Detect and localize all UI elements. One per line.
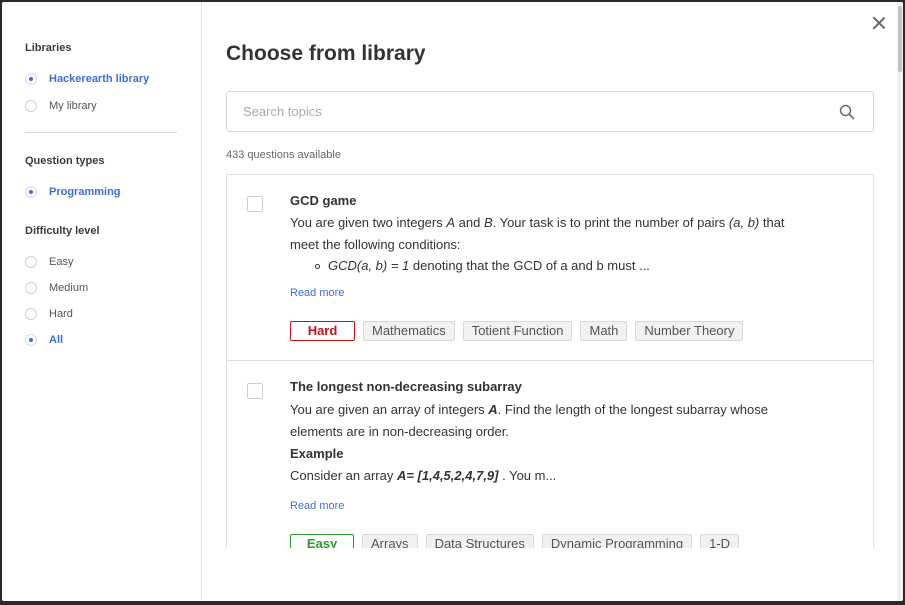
topic-tag[interactable]: Mathematics (363, 321, 455, 341)
radio-selected-icon (25, 73, 37, 85)
read-more-link[interactable]: Read more (290, 287, 344, 299)
question-card: GCD game You are given two integers A an… (226, 174, 874, 361)
question-title: The longest non-decreasing subarray (290, 379, 522, 394)
topic-tag[interactable]: Math (580, 321, 628, 341)
radio-easy[interactable]: Easy (25, 254, 73, 270)
radio-label: Programming (49, 186, 121, 198)
radio-selected-icon (25, 186, 37, 198)
libraries-heading: Libraries (25, 42, 72, 54)
bullet-icon (315, 264, 320, 270)
radio-label: Hackerearth library (49, 73, 150, 85)
question-types-heading: Question types (25, 155, 105, 167)
question-description: You are given an array of integers A. Fi… (290, 402, 768, 483)
radio-hackerearth-library[interactable]: Hackerearth library (25, 71, 149, 87)
sidebar-divider (25, 132, 177, 133)
radio-label: My library (49, 100, 97, 112)
topic-tag[interactable]: 1-D (700, 534, 740, 548)
question-bullet: GCD(a, b) = 1 denoting that the GCD of a… (315, 257, 650, 275)
topic-tag[interactable]: Arrays (362, 534, 418, 548)
radio-empty-icon (25, 100, 37, 112)
radio-empty-icon (25, 308, 37, 320)
topic-tag[interactable]: Number Theory (635, 321, 744, 341)
radio-programming[interactable]: Programming (25, 184, 121, 200)
tag-list: Easy Arrays Data Structures Dynamic Prog… (290, 534, 740, 548)
question-checkbox[interactable] (247, 196, 263, 212)
difficulty-badge: Hard (290, 321, 355, 341)
question-card: The longest non-decreasing subarray You … (226, 360, 874, 548)
search-box (226, 91, 874, 132)
radio-label: Hard (49, 308, 73, 320)
radio-selected-icon (25, 334, 37, 346)
question-checkbox[interactable] (247, 383, 263, 399)
radio-label: Easy (49, 256, 74, 268)
questions-count: 433 questions available (226, 149, 341, 161)
topic-tag[interactable]: Data Structures (425, 534, 534, 548)
radio-my-library[interactable]: My library (25, 98, 97, 114)
scrollbar-thumb[interactable] (898, 6, 902, 72)
radio-all[interactable]: All (25, 332, 63, 348)
page-title: Choose from library (226, 42, 426, 65)
radio-empty-icon (25, 282, 37, 294)
difficulty-heading: Difficulty level (25, 225, 100, 237)
modal-scrollbar[interactable] (897, 2, 903, 601)
radio-hard[interactable]: Hard (25, 306, 73, 322)
filter-sidebar: Libraries Hackerearth library My library… (2, 2, 202, 601)
question-list-panel: Choose from library 433 questions availa… (203, 2, 895, 548)
radio-medium[interactable]: Medium (25, 280, 88, 296)
difficulty-badge: Easy (290, 534, 354, 548)
question-description: You are given two integers A and B. Your… (290, 215, 785, 252)
radio-label: All (49, 334, 64, 346)
search-input[interactable] (227, 92, 827, 131)
radio-empty-icon (25, 256, 37, 268)
question-title: GCD game (290, 193, 357, 208)
topic-tag[interactable]: Dynamic Programming (541, 534, 693, 548)
topic-tag[interactable]: Totient Function (462, 321, 573, 341)
read-more-link[interactable]: Read more (290, 500, 344, 512)
tag-list: Hard Mathematics Totient Function Math N… (290, 321, 744, 341)
library-modal: Libraries Hackerearth library My library… (2, 2, 903, 601)
radio-label: Medium (49, 282, 89, 294)
search-icon[interactable] (839, 104, 855, 120)
